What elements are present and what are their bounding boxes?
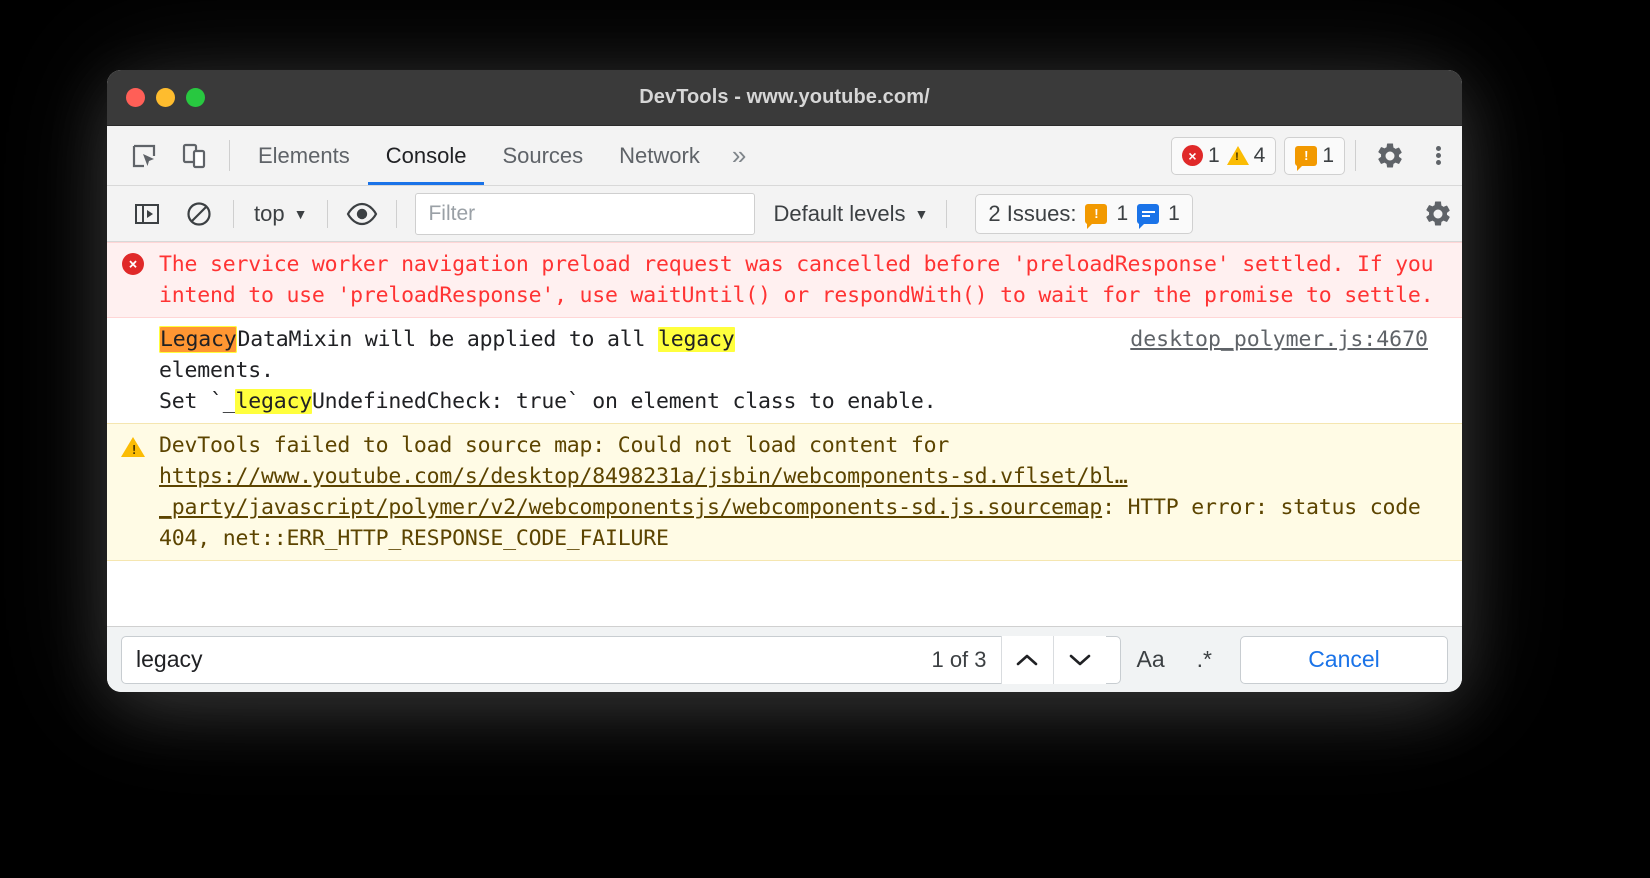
devtools-tabbar: Elements Console Sources Network » × 1 !… (107, 126, 1462, 186)
warning-triangle-icon-message (121, 437, 145, 457)
panel-tabs: Elements Console Sources Network (240, 126, 718, 185)
search-nav-buttons (1000, 635, 1106, 684)
tab-console[interactable]: Console (367, 126, 485, 185)
close-window-button[interactable] (126, 88, 145, 107)
message-gutter-warning (107, 430, 159, 554)
chevron-down-icon: ▼ (293, 205, 308, 222)
issues-warning-count: 1 (1116, 201, 1129, 225)
console-message-list[interactable]: × The service worker navigation preload … (107, 242, 1462, 626)
console-sidebar-icon[interactable] (121, 186, 173, 241)
search-input[interactable]: legacy 1 of 3 (121, 635, 1121, 684)
log-text-part-a: DataMixin will be applied to all (237, 327, 659, 352)
console-settings-gear-icon[interactable] (1414, 199, 1462, 229)
tab-elements[interactable]: Elements (240, 126, 368, 185)
cancel-button[interactable]: Cancel (1240, 635, 1448, 684)
toolbar-divider-1 (233, 199, 234, 228)
devtools-window: DevTools - www.youtube.com/ Elements Con… (107, 70, 1462, 692)
warning-triangle-icon (1226, 146, 1249, 165)
toolbar-divider-3 (396, 199, 398, 228)
tabbar-divider-2 (1355, 140, 1356, 171)
warning-text-prefix: DevTools failed to load source map: Coul… (159, 433, 962, 458)
inspect-element-icon[interactable] (119, 126, 169, 185)
tab-elements-label: Elements (258, 142, 350, 168)
search-match-2: legacy (658, 327, 735, 352)
tab-sources[interactable]: Sources (484, 126, 601, 185)
error-circle-icon: × (1181, 145, 1203, 166)
search-match-active: Legacy (159, 326, 238, 353)
error-count-value: 1 (1207, 143, 1220, 167)
device-toolbar-icon[interactable] (169, 126, 219, 185)
message-gutter-log (107, 324, 159, 417)
more-tabs-chevron-icon[interactable]: » (718, 126, 760, 185)
tabbar-divider (229, 140, 230, 171)
minimize-window-button[interactable] (156, 88, 175, 107)
console-message-warning[interactable]: DevTools failed to load source map: Coul… (107, 423, 1462, 561)
tab-network-label: Network (619, 142, 700, 168)
issues-summary-bar[interactable]: 2 Issues: ! 1 1 (975, 193, 1193, 234)
log-text-line2: elements. (159, 358, 274, 383)
execution-context-label: top (254, 200, 285, 226)
gear-icon[interactable] (1366, 126, 1414, 185)
log-levels-selector[interactable]: Default levels ▼ (773, 201, 928, 227)
issue-bubble-icon: ! (1295, 145, 1318, 171)
regex-button[interactable]: .* (1181, 646, 1228, 673)
console-toolbar: top ▼ Filter Default levels ▼ 2 Issues: … (107, 186, 1462, 242)
log-levels-label: Default levels (773, 200, 906, 226)
error-circle-icon-message: × (122, 253, 144, 275)
toolbar-divider-4 (946, 199, 948, 228)
source-location-link[interactable]: desktop_polymer.js:4670 (1130, 327, 1428, 352)
chevron-up-icon[interactable] (1001, 635, 1054, 684)
issue-info-bubble-icon (1137, 203, 1160, 229)
error-counter[interactable]: × 1 (1181, 143, 1220, 168)
window-titlebar: DevTools - www.youtube.com/ (107, 70, 1462, 126)
filter-placeholder: Filter (428, 201, 476, 225)
warning-source-map-url[interactable]: https://www.youtube.com/s/desktop/849823… (159, 464, 1128, 520)
filter-input[interactable]: Filter (415, 192, 756, 235)
live-expression-icon[interactable] (336, 186, 388, 241)
console-message-error[interactable]: × The service worker navigation preload … (107, 242, 1462, 318)
console-message-log[interactable]: LegacyDataMixin will be applied to all l… (107, 318, 1462, 423)
maximize-window-button[interactable] (186, 88, 205, 107)
execution-context-selector[interactable]: top ▼ (242, 201, 319, 227)
issue-counter-item[interactable]: ! 1 (1295, 143, 1334, 171)
search-match-3: legacy (235, 389, 312, 414)
warning-count-value: 4 (1253, 143, 1266, 167)
log-text-line3-prefix: Set `_ (159, 389, 236, 414)
log-text-line3-suffix: UndefinedCheck: true` on element class t… (311, 389, 937, 414)
tab-console-label: Console (385, 142, 467, 168)
error-message-text: The service worker navigation preload re… (159, 252, 1447, 308)
issues-summary-label: 2 Issues: (988, 200, 1077, 226)
error-warning-counters[interactable]: × 1 4 (1170, 136, 1277, 175)
tab-network[interactable]: Network (601, 126, 718, 185)
issues-counter[interactable]: ! 1 (1284, 136, 1345, 175)
chevron-down-icon-levels: ▼ (914, 205, 929, 222)
tabbar-spacer (760, 126, 1171, 185)
console-search-bar: legacy 1 of 3 Aa .* Cancel (107, 626, 1462, 692)
traffic-light-buttons (126, 88, 205, 107)
tab-sources-label: Sources (502, 142, 584, 168)
toolbar-divider-2 (327, 199, 329, 228)
match-case-button[interactable]: Aa (1121, 646, 1181, 673)
clear-console-icon[interactable] (173, 186, 225, 241)
chevron-down-icon[interactable] (1053, 635, 1106, 684)
screenshot-root: DevTools - www.youtube.com/ Elements Con… (0, 0, 1650, 878)
issue-warning-bubble-icon: ! (1085, 203, 1108, 229)
search-match-count: 1 of 3 (931, 646, 987, 672)
message-gutter-error: × (107, 249, 159, 311)
search-input-value: legacy (136, 646, 203, 672)
warning-counter[interactable]: 4 (1226, 143, 1266, 168)
window-title: DevTools - www.youtube.com/ (639, 86, 930, 108)
warning-message-text: DevTools failed to load source map: Coul… (159, 430, 1462, 554)
kebab-menu-icon[interactable] (1414, 126, 1462, 185)
issues-info-count: 1 (1168, 201, 1180, 225)
issue-count-value: 1 (1322, 143, 1334, 167)
